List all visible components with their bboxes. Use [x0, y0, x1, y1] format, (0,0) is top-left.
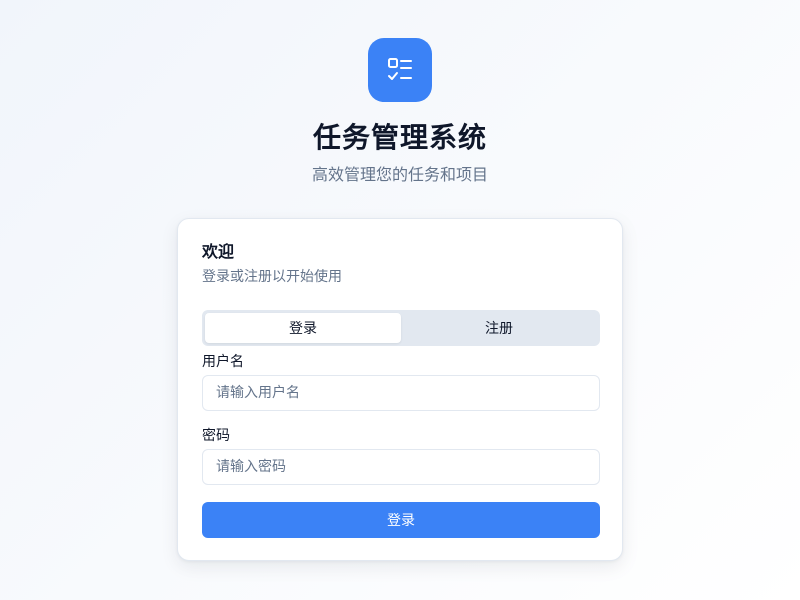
- app-logo: [368, 38, 432, 102]
- tab-register[interactable]: 注册: [401, 313, 597, 343]
- username-label: 用户名: [202, 354, 244, 370]
- auth-card: 欢迎 登录或注册以开始使用 登录 注册 用户名 密码 登录: [177, 218, 623, 561]
- password-label: 密码: [202, 428, 230, 444]
- login-button[interactable]: 登录: [202, 502, 600, 538]
- username-input[interactable]: [202, 375, 600, 411]
- tab-login[interactable]: 登录: [205, 313, 401, 343]
- card-description: 登录或注册以开始使用: [202, 269, 342, 285]
- password-input[interactable]: [202, 449, 600, 485]
- auth-tabs: 登录 注册: [202, 310, 600, 346]
- app-subtitle: 高效管理您的任务和项目: [311, 165, 488, 184]
- checklist-icon: [388, 58, 412, 80]
- app-title: 任务管理系统: [312, 121, 487, 154]
- card-title: 欢迎: [202, 242, 235, 261]
